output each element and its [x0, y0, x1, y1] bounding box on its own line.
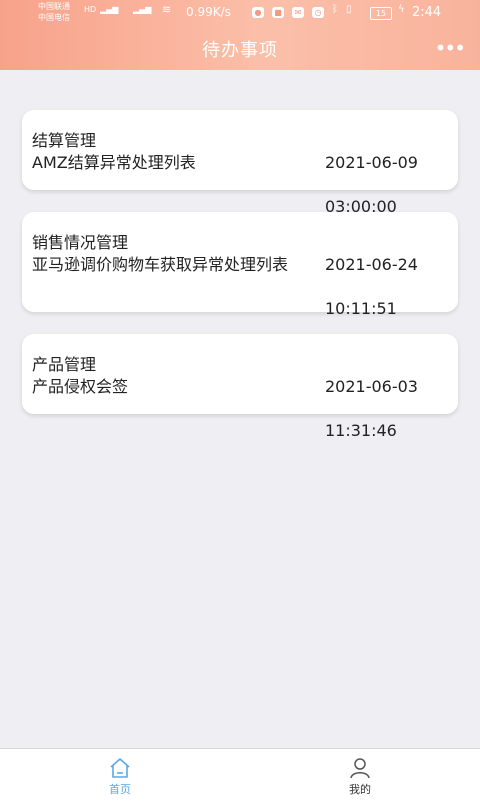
carrier-2: 中国电信 [38, 13, 70, 22]
todo-category: 销售情况管理 [32, 233, 129, 252]
todo-card[interactable]: 结算管理 AMZ结算异常处理列表 2021-06-09 03:00:00 [22, 110, 458, 216]
todo-category: 产品管理 [32, 355, 97, 374]
todo-text: 产品管理 产品侵权会签 [32, 354, 322, 398]
clock-notify-icon: ◷ [312, 7, 324, 18]
todo-description: 产品侵权会签 [32, 377, 129, 396]
page-title: 待办事项 [202, 40, 278, 61]
folder-notify-icon: ■ [272, 7, 284, 18]
todo-text: 结算管理 AMZ结算异常处理列表 [32, 130, 322, 174]
carrier-info: 中国联通 中国电信 [38, 1, 70, 23]
tab-home-label: 首页 [109, 783, 131, 796]
charging-icon: ϟ [398, 4, 405, 15]
wifi-icon: ≋ [162, 3, 172, 16]
vibrate-icon: ▯ [346, 4, 352, 15]
todo-text: 销售情况管理 亚马逊调价购物车获取异常处理列表 [32, 232, 322, 276]
app-notify-icon: ● [252, 7, 264, 18]
todo-time: 10:11:51 [325, 299, 397, 318]
todo-time: 11:31:46 [325, 421, 397, 440]
todo-description: AMZ结算异常处理列表 [32, 153, 196, 172]
status-bar: 中国联通 中国电信 HD ▂▄▆ ▂▄▆ ≋ 0.99K/s ● ■ ✉ ◷ ᛒ… [0, 0, 480, 26]
battery-icon: 15 [370, 7, 392, 20]
signal-2-icon: ▂▄▆ [133, 5, 152, 14]
home-icon [90, 757, 150, 779]
network-speed: 0.99K/s [186, 5, 231, 19]
todo-date: 2021-06-03 [325, 377, 418, 396]
clock-time: 2:44 [412, 5, 442, 20]
more-menu-icon[interactable]: ••• [435, 36, 466, 60]
todo-card[interactable]: 销售情况管理 亚马逊调价购物车获取异常处理列表 2021-06-24 10:11… [22, 212, 458, 318]
todo-description: 亚马逊调价购物车获取异常处理列表 [32, 255, 289, 274]
user-icon [330, 757, 390, 779]
todo-datetime: 2021-06-03 11:31:46 [325, 354, 418, 464]
todo-date: 2021-06-09 [325, 153, 418, 172]
hd-badge-icon: HD [84, 5, 97, 14]
carrier-1: 中国联通 [38, 2, 70, 11]
tab-home[interactable]: 首页 [90, 757, 150, 797]
tab-mine[interactable]: 我的 [330, 757, 390, 797]
app-header: 中国联通 中国电信 HD ▂▄▆ ▂▄▆ ≋ 0.99K/s ● ■ ✉ ◷ ᛒ… [0, 0, 480, 70]
bottom-tab-bar: 首页 我的 [0, 748, 480, 801]
mail-notify-icon: ✉ [292, 7, 304, 18]
todo-category: 结算管理 [32, 131, 97, 150]
bluetooth-icon: ᛒ [332, 4, 338, 15]
todo-date: 2021-06-24 [325, 255, 418, 274]
signal-icon: ▂▄▆ [100, 5, 119, 14]
tab-mine-label: 我的 [349, 783, 371, 796]
todo-card[interactable]: 产品管理 产品侵权会签 2021-06-03 11:31:46 [22, 334, 458, 440]
todo-datetime: 2021-06-24 10:11:51 [325, 232, 418, 342]
